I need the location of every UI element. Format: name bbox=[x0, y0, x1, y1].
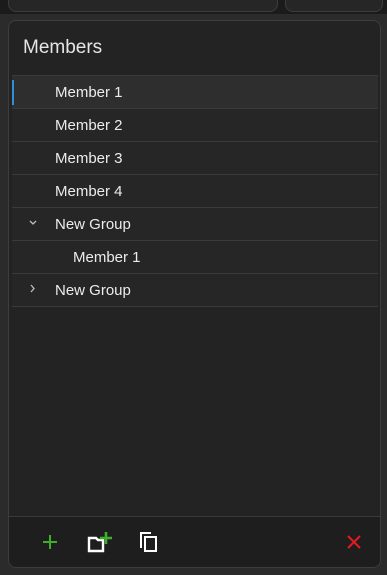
top-strip bbox=[0, 0, 387, 14]
copy-icon bbox=[140, 532, 157, 552]
chevron-right-icon[interactable] bbox=[27, 281, 39, 297]
plus-icon bbox=[43, 535, 57, 549]
member-row[interactable]: Member 3 bbox=[12, 142, 378, 175]
folder-add-icon bbox=[87, 532, 112, 553]
member-list: Member 1 Member 2 Member 3 Member 4 New Grou… bbox=[12, 75, 378, 307]
row-label: New Group bbox=[55, 282, 131, 299]
row-label: Member 3 bbox=[55, 150, 123, 167]
chevron-down-icon[interactable] bbox=[27, 215, 39, 231]
top-tab-right[interactable] bbox=[285, 0, 383, 12]
member-row[interactable]: Member 2 bbox=[12, 109, 378, 142]
panel-title: Members bbox=[23, 37, 103, 58]
duplicate-button[interactable] bbox=[133, 527, 163, 557]
delete-button[interactable] bbox=[339, 527, 369, 557]
row-label: Member 4 bbox=[55, 183, 123, 200]
row-label: Member 1 bbox=[55, 84, 123, 101]
row-label: Member 1 bbox=[73, 249, 141, 266]
group-row[interactable]: New Group bbox=[12, 274, 378, 307]
member-row[interactable]: Member 1 bbox=[12, 76, 378, 109]
row-label: New Group bbox=[55, 216, 131, 233]
top-tab-left[interactable] bbox=[8, 0, 278, 12]
members-panel: Members Member 1 Member 2 Member 3 Member 4… bbox=[8, 20, 381, 568]
member-row[interactable]: Member 1 bbox=[12, 241, 378, 274]
row-label: Member 2 bbox=[55, 117, 123, 134]
add-member-button[interactable] bbox=[35, 527, 65, 557]
close-icon bbox=[347, 535, 361, 549]
panel-toolbar bbox=[9, 516, 380, 567]
group-row[interactable]: New Group bbox=[12, 208, 378, 241]
add-group-button[interactable] bbox=[85, 527, 115, 557]
member-row[interactable]: Member 4 bbox=[12, 175, 378, 208]
